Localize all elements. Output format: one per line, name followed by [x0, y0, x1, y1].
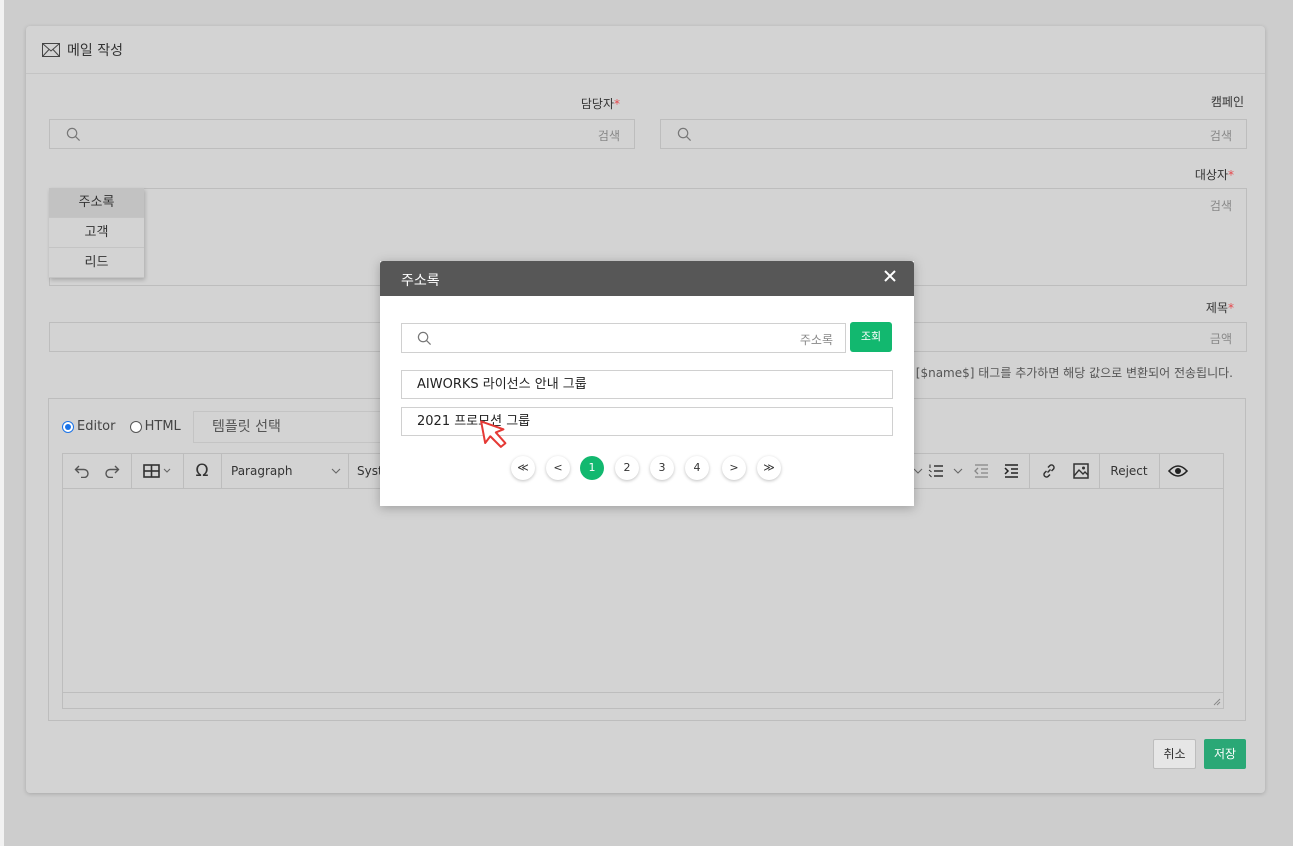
special-char-icon[interactable]: Ω — [187, 454, 217, 488]
addressbook-search-input[interactable]: 주소록 — [401, 323, 846, 353]
mode-html-radio[interactable]: HTML — [129, 419, 181, 434]
editor-content-area[interactable] — [62, 489, 1224, 709]
campaign-placeholder: 검색 — [1209, 129, 1232, 143]
preview-eye-icon[interactable] — [1165, 454, 1191, 488]
close-icon[interactable] — [883, 269, 897, 283]
editor-statusbar — [63, 692, 1223, 708]
search-icon — [66, 127, 81, 142]
campaign-search-field[interactable]: 검색 — [660, 119, 1247, 149]
search-icon — [417, 331, 432, 346]
resize-handle-icon[interactable] — [1213, 698, 1221, 706]
search-button[interactable]: 조회 — [850, 322, 892, 352]
modal-title: 주소록 — [401, 273, 440, 289]
pagination-page-2[interactable]: 2 — [615, 456, 639, 480]
link-icon[interactable] — [1037, 454, 1061, 488]
subject-label: 제목* — [1205, 301, 1234, 315]
pointer-arrow-icon — [480, 420, 507, 448]
chevron-down-icon[interactable] — [951, 454, 965, 488]
pagination-page-3[interactable]: 3 — [650, 456, 674, 480]
mode-editor-radio[interactable]: Editor — [62, 419, 115, 434]
owner-label: 담당자* — [580, 97, 620, 111]
addressbook-modal: 주소록 주소록 조회 AIWORKS 라이선스 안내 그룹 2021 프로모션 … — [380, 261, 914, 506]
list-item[interactable]: AIWORKS 라이선스 안내 그룹 — [401, 370, 893, 399]
pagination-prev[interactable]: < — [546, 456, 570, 480]
search-icon — [677, 127, 692, 142]
window-edge — [0, 0, 4, 846]
subject-placeholder: 금액 — [1209, 332, 1232, 346]
paragraph-select[interactable]: Paragraph — [231, 454, 341, 488]
pagination-page-1[interactable]: 1 — [580, 456, 604, 480]
cancel-button[interactable]: 취소 — [1153, 739, 1196, 769]
image-icon[interactable] — [1069, 454, 1093, 488]
list-item[interactable]: 2021 프로모션 그룹 — [401, 407, 893, 436]
dropdown-item-lead[interactable]: 리드 — [49, 248, 144, 278]
undo-icon[interactable] — [71, 454, 93, 488]
dropdown-item-addressbook[interactable]: 주소록 — [49, 188, 144, 218]
reject-button[interactable]: Reject — [1103, 454, 1155, 488]
table-icon[interactable] — [137, 454, 179, 488]
recipient-type-dropdown: 주소록 고객 리드 — [49, 188, 144, 278]
indent-icon[interactable] — [1001, 454, 1021, 488]
mode-switch: Editor HTML — [62, 419, 181, 437]
chevron-down-icon — [331, 468, 341, 474]
modal-header: 주소록 — [380, 261, 914, 296]
numbered-list-icon[interactable] — [927, 454, 945, 488]
outdent-icon[interactable] — [971, 454, 991, 488]
redo-icon[interactable] — [101, 454, 123, 488]
radio-selected-icon — [62, 420, 74, 433]
pagination-last[interactable]: ≫ — [757, 456, 781, 480]
radio-icon — [129, 420, 142, 433]
pagination-next[interactable]: > — [722, 456, 746, 480]
pagination-page-4[interactable]: 4 — [685, 456, 709, 480]
owner-placeholder: 검색 — [597, 129, 620, 143]
card-header: 메일 작성 — [26, 26, 1265, 74]
owner-search-field[interactable]: 검색 — [49, 119, 635, 149]
recipient-placeholder: 검색 — [1209, 199, 1232, 213]
pagination-first[interactable]: ≪ — [511, 456, 535, 480]
addressbook-search-placeholder: 주소록 — [799, 333, 833, 347]
save-button[interactable]: 저장 — [1204, 739, 1246, 769]
campaign-label: 캠페인 — [1210, 95, 1244, 109]
envelope-icon — [42, 42, 60, 57]
page-title: 메일 작성 — [67, 42, 123, 59]
dropdown-item-customer[interactable]: 고객 — [49, 218, 144, 248]
recipient-label: 대상자* — [1194, 168, 1234, 182]
